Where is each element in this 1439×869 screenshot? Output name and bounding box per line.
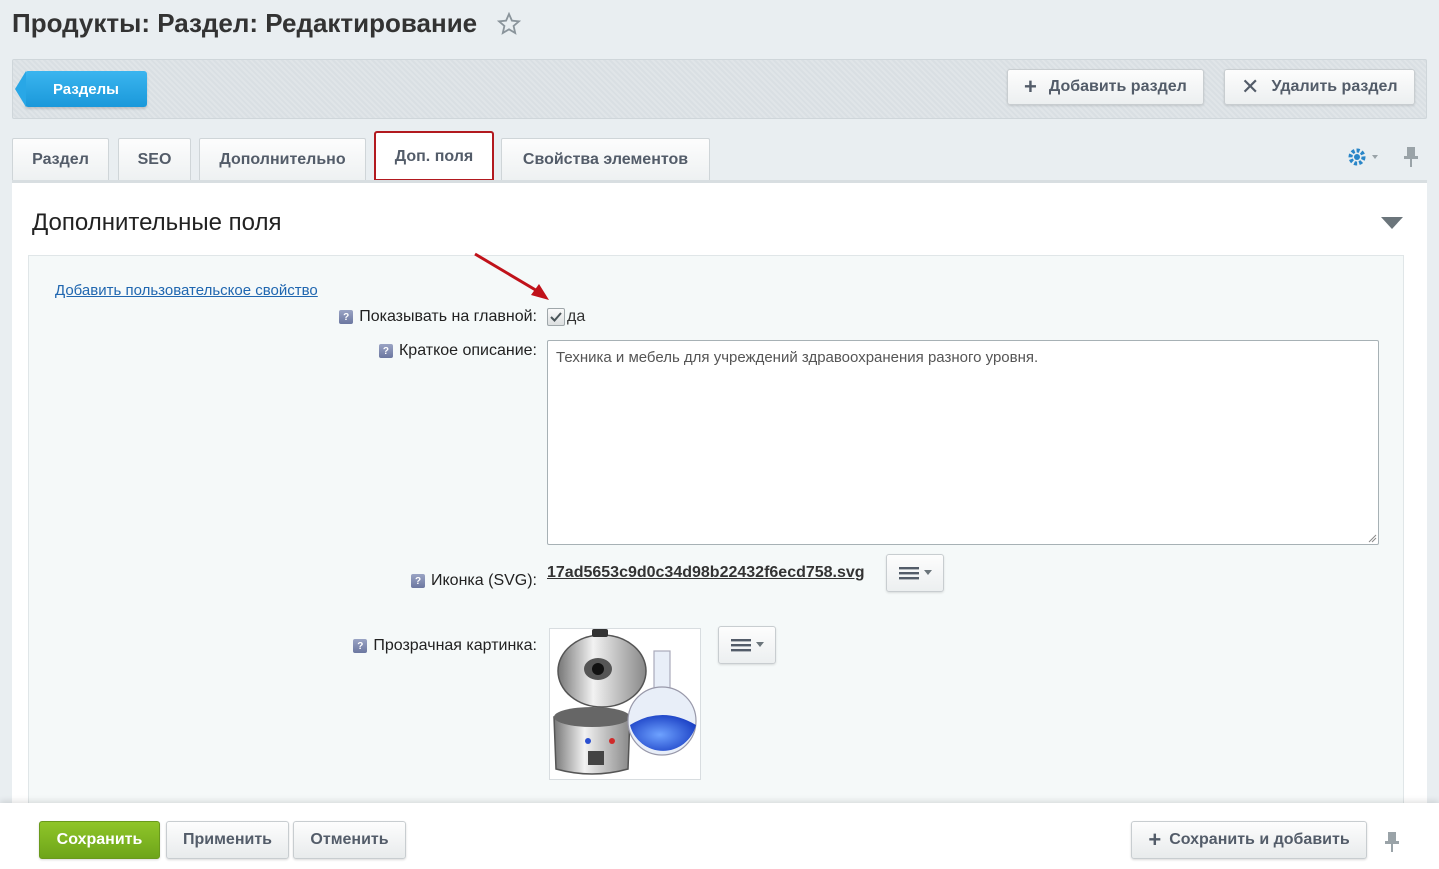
tab-seo[interactable]: SEO <box>118 138 191 180</box>
icon-svg-label: Иконка (SVG): <box>431 572 537 589</box>
add-section-button[interactable]: + Добавить раздел <box>1007 69 1204 105</box>
add-custom-property-link[interactable]: Добавить пользовательское свойство <box>55 282 318 299</box>
tab-section[interactable]: Раздел <box>12 138 109 180</box>
plus-icon: + <box>1024 74 1037 99</box>
centrifuge-flask-image <box>553 629 697 775</box>
show-on-main-label: Показывать на главной: <box>359 308 537 325</box>
close-icon: ✕ <box>1241 74 1260 99</box>
show-on-main-field: да <box>547 308 585 326</box>
settings-gear-icon[interactable] <box>1347 146 1381 168</box>
show-on-main-value: да <box>567 308 586 325</box>
delete-section-button[interactable]: ✕ Удалить раздел <box>1224 69 1415 105</box>
transparent-image-label: Прозрачная картинка: <box>373 637 537 654</box>
short-description-label-row: ? Краткое описание: <box>378 342 537 360</box>
save-button[interactable]: Сохранить <box>39 821 160 859</box>
tab-tools <box>1347 146 1419 168</box>
section-title: Дополнительные поля <box>32 209 282 236</box>
tab-label: SEO <box>137 150 172 168</box>
content-panel: Дополнительные поля Добавить пользовател… <box>12 180 1427 869</box>
toolbar: Разделы + Добавить раздел ✕ Удалить разд… <box>12 59 1427 119</box>
cancel-button[interactable]: Отменить <box>293 821 406 859</box>
icon-svg-label-row: ? Иконка (SVG): <box>411 572 537 590</box>
add-section-label: Добавить раздел <box>1048 78 1187 95</box>
hamburger-icon <box>730 639 751 652</box>
icon-svg-menu-button[interactable] <box>886 554 944 592</box>
tab-label: Доп. поля <box>394 147 474 165</box>
pin-icon[interactable] <box>1403 146 1419 168</box>
page-title: Продукты: Раздел: Редактирование <box>12 8 478 38</box>
short-description-value: Техника и мебель для учреждений здравоох… <box>556 349 1039 366</box>
show-on-main-label-row: ? Показывать на главной: <box>339 308 537 326</box>
chevron-down-icon <box>923 570 932 575</box>
transparent-image-label-row: ? Прозрачная картинка: <box>353 637 537 655</box>
tab-additional[interactable]: Дополнительно <box>199 138 366 180</box>
short-description-textarea[interactable]: Техника и мебель для учреждений здравоох… <box>547 340 1379 545</box>
icon-svg-file-link[interactable]: 17ad5653c9d0c34d98b22432f6ecd758.svg <box>547 564 865 582</box>
help-icon[interactable]: ? <box>353 639 368 653</box>
delete-section-label: Удалить раздел <box>1271 78 1398 95</box>
transparent-image-menu-button[interactable] <box>718 626 776 664</box>
tab-extra-fields[interactable]: Доп. поля <box>374 131 494 181</box>
plus-icon: + <box>1148 827 1162 852</box>
resize-grip-icon[interactable] <box>1367 533 1377 543</box>
fields-container: Добавить пользовательское свойство ? Пок… <box>28 252 1404 815</box>
pin-icon[interactable] <box>1384 831 1400 853</box>
footer-bar: Сохранить Применить Отменить + Сохранить… <box>0 803 1439 869</box>
tab-element-properties[interactable]: Свойства элементов <box>501 138 710 180</box>
back-button-label: Разделы <box>53 80 119 98</box>
favorite-star-icon[interactable] <box>497 11 522 36</box>
tab-label: Раздел <box>32 150 89 168</box>
tab-label: Свойства элементов <box>522 150 689 168</box>
short-description-label: Краткое описание: <box>398 342 537 359</box>
save-button-label: Сохранить <box>56 831 143 848</box>
page-header: Продукты: Раздел: Редактирование <box>12 8 522 39</box>
save-and-add-button[interactable]: + Сохранить и добавить <box>1131 821 1367 859</box>
cancel-button-label: Отменить <box>310 831 389 848</box>
show-on-main-checkbox[interactable] <box>547 308 565 326</box>
collapse-triangle-icon[interactable] <box>1381 217 1403 231</box>
help-icon[interactable]: ? <box>339 310 354 324</box>
help-icon[interactable]: ? <box>378 344 393 358</box>
help-icon[interactable]: ? <box>411 574 425 588</box>
apply-button[interactable]: Применить <box>166 821 289 859</box>
hamburger-icon <box>898 567 919 580</box>
save-and-add-label: Сохранить и добавить <box>1169 831 1350 848</box>
transparent-image-preview[interactable] <box>549 628 701 780</box>
apply-button-label: Применить <box>182 831 272 848</box>
checkmark-icon <box>550 312 562 322</box>
annotation-arrow-icon <box>474 252 549 300</box>
tab-label: Дополнительно <box>219 150 346 168</box>
chevron-down-icon <box>755 642 764 647</box>
back-to-sections-button[interactable]: Разделы <box>15 71 147 107</box>
